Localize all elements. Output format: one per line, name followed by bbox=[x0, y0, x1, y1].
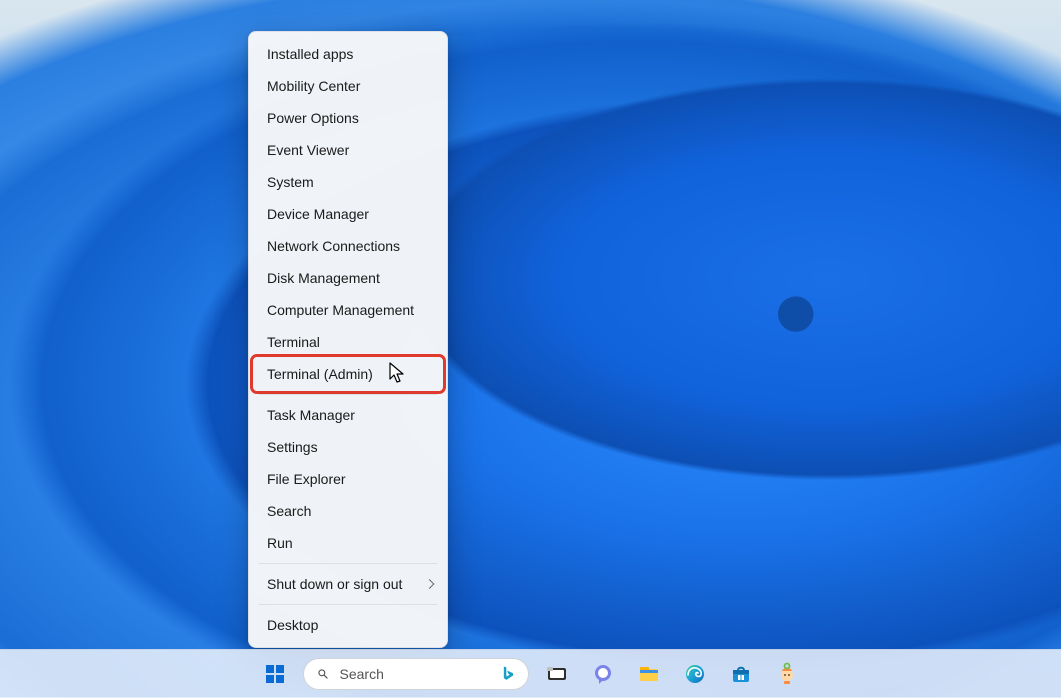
file-explorer-icon bbox=[637, 662, 661, 686]
menu-item-power-options[interactable]: Power Options bbox=[249, 102, 447, 134]
search-icon bbox=[316, 667, 330, 681]
bing-icon[interactable] bbox=[498, 664, 518, 684]
assistant-icon bbox=[775, 662, 799, 686]
winx-context-menu: Installed apps Mobility Center Power Optio… bbox=[248, 31, 448, 648]
menu-item-label: Disk Management bbox=[267, 270, 380, 286]
chat-button[interactable] bbox=[583, 654, 623, 694]
menu-item-terminal[interactable]: Terminal bbox=[249, 326, 447, 358]
store-button[interactable] bbox=[721, 654, 761, 694]
menu-item-settings[interactable]: Settings bbox=[249, 431, 447, 463]
taskbar-search[interactable]: Search bbox=[303, 658, 529, 690]
store-icon bbox=[729, 662, 753, 686]
desktop-wallpaper bbox=[0, 0, 1061, 698]
menu-item-label: Run bbox=[267, 535, 293, 551]
assistant-button[interactable] bbox=[767, 654, 807, 694]
menu-item-label: Device Manager bbox=[267, 206, 369, 222]
menu-item-label: Computer Management bbox=[267, 302, 414, 318]
menu-item-disk-management[interactable]: Disk Management bbox=[249, 262, 447, 294]
menu-separator bbox=[259, 394, 437, 395]
menu-item-label: Network Connections bbox=[267, 238, 400, 254]
edge-button[interactable] bbox=[675, 654, 715, 694]
menu-item-desktop[interactable]: Desktop bbox=[249, 609, 447, 641]
menu-item-label: Settings bbox=[267, 439, 318, 455]
menu-item-system[interactable]: System bbox=[249, 166, 447, 198]
menu-item-mobility-center[interactable]: Mobility Center bbox=[249, 70, 447, 102]
edge-icon bbox=[683, 662, 707, 686]
menu-item-task-manager[interactable]: Task Manager bbox=[249, 399, 447, 431]
task-view-button[interactable] bbox=[537, 654, 577, 694]
menu-item-label: Terminal (Admin) bbox=[267, 366, 373, 382]
menu-item-label: System bbox=[267, 174, 314, 190]
file-explorer-button[interactable] bbox=[629, 654, 669, 694]
menu-item-file-explorer[interactable]: File Explorer bbox=[249, 463, 447, 495]
menu-separator bbox=[259, 604, 437, 605]
chat-icon bbox=[591, 662, 615, 686]
menu-item-label: Desktop bbox=[267, 617, 318, 633]
menu-item-device-manager[interactable]: Device Manager bbox=[249, 198, 447, 230]
menu-item-label: Search bbox=[267, 503, 311, 519]
menu-item-event-viewer[interactable]: Event Viewer bbox=[249, 134, 447, 166]
start-icon bbox=[263, 662, 287, 686]
menu-item-label: Shut down or sign out bbox=[267, 576, 402, 592]
start-button[interactable] bbox=[255, 654, 295, 694]
menu-item-shut-down-sign-out[interactable]: Shut down or sign out bbox=[249, 568, 447, 600]
menu-item-terminal-admin[interactable]: Terminal (Admin) bbox=[249, 358, 447, 390]
taskbar: Search bbox=[0, 649, 1061, 698]
task-view-icon bbox=[545, 662, 569, 686]
menu-item-label: Event Viewer bbox=[267, 142, 349, 158]
menu-item-label: Task Manager bbox=[267, 407, 355, 423]
menu-item-network-connections[interactable]: Network Connections bbox=[249, 230, 447, 262]
search-placeholder: Search bbox=[340, 666, 488, 682]
menu-item-label: Mobility Center bbox=[267, 78, 360, 94]
menu-item-label: Installed apps bbox=[267, 46, 353, 62]
menu-item-label: File Explorer bbox=[267, 471, 346, 487]
menu-item-label: Power Options bbox=[267, 110, 359, 126]
menu-item-search[interactable]: Search bbox=[249, 495, 447, 527]
menu-item-run[interactable]: Run bbox=[249, 527, 447, 559]
menu-item-label: Terminal bbox=[267, 334, 320, 350]
menu-item-installed-apps[interactable]: Installed apps bbox=[249, 38, 447, 70]
menu-item-computer-management[interactable]: Computer Management bbox=[249, 294, 447, 326]
menu-separator bbox=[259, 563, 437, 564]
